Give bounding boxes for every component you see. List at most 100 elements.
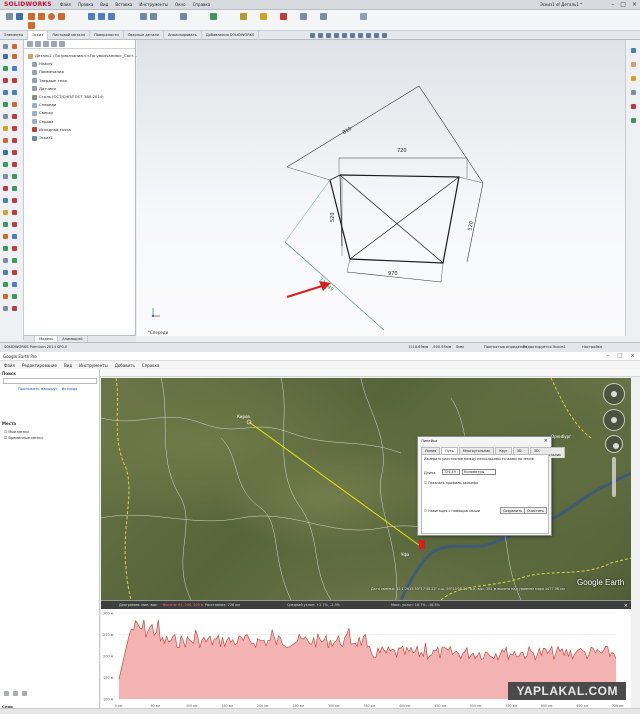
zoom-slider[interactable] [612,457,616,497]
search-input[interactable] [3,378,97,384]
tool-icon[interactable] [3,44,8,49]
view-orientation-icon[interactable] [342,33,347,38]
tool-icon[interactable] [12,66,17,71]
sw-menu-file[interactable]: Файл [60,2,71,7]
tree-item-annotations[interactable]: Примечания [28,68,137,76]
close-icon[interactable]: × [544,438,548,444]
display-manager-tab-icon[interactable] [59,41,65,47]
tool-icon[interactable] [12,186,17,191]
tool-icon[interactable] [12,174,17,179]
tool-icon[interactable] [12,294,17,299]
maximize-icon[interactable]: □ [620,1,626,8]
rapid-sketch-icon[interactable] [320,13,327,20]
quick-snaps-icon[interactable] [260,13,267,20]
sketch-tool-icon[interactable] [6,13,13,20]
sw-menu-tools[interactable]: Инструменты [139,2,168,7]
tool-icon[interactable] [3,234,8,239]
tab-addins[interactable]: Добавления SOLIDWORKS [202,31,260,40]
tree-item-part[interactable]: Деталь1 (По умолчанию<<По умолчанию>_Сос… [28,52,137,60]
spline-tool-icon[interactable] [28,22,35,29]
appearance-icon[interactable] [366,33,371,38]
compass-control[interactable] [603,383,625,405]
tree-item-sensors[interactable]: Датчики [28,85,137,93]
appearances-icon[interactable] [631,104,636,109]
view-settings-icon[interactable] [382,33,387,38]
mirror-entities-icon[interactable] [140,13,147,20]
tool-icon[interactable] [12,126,17,131]
tree-item-sketch1[interactable]: Эскиз1 [28,134,137,142]
move-down-icon[interactable] [22,691,27,696]
ruler-unit-select[interactable]: Километры [462,469,496,475]
tab-weldments[interactable]: Сварные детали [124,31,164,40]
tool-icon[interactable] [12,234,17,239]
status-custom[interactable]: Настройка [582,345,602,349]
zoom-fit-icon[interactable] [310,33,315,38]
tool-icon[interactable] [12,270,17,275]
tool-icon[interactable] [12,198,17,203]
tree-item-solid-bodies[interactable]: Твердые тела [28,77,137,85]
tool-icon[interactable] [12,306,17,311]
offset-entities-icon[interactable] [108,13,115,20]
tool-icon[interactable] [3,54,8,59]
shaded-contours-icon[interactable] [300,13,307,20]
zoom-area-icon[interactable] [318,33,323,38]
history-link[interactable]: История [62,387,78,391]
tree-item-origin[interactable]: Исходная точка [28,126,137,134]
tool-icon[interactable] [12,78,17,83]
display-relations-icon[interactable] [210,13,217,20]
view-palette-icon[interactable] [631,90,636,95]
tool-icon[interactable] [3,66,8,71]
places-item-temporary[interactable]: ☐ Временные метки [4,435,43,441]
tool-icon[interactable] [12,114,17,119]
tool-icon[interactable] [12,138,17,143]
tool-icon[interactable] [3,270,8,275]
tool-icon[interactable] [3,114,8,119]
custom-properties-icon[interactable] [631,118,636,123]
display-style-icon[interactable] [350,33,355,38]
get-directions-link[interactable]: Проложить маршрут [18,387,58,391]
tool-icon[interactable] [3,282,8,287]
close-icon[interactable]: × [632,1,637,8]
tool-icon[interactable] [3,258,8,263]
smart-dimension-icon[interactable] [16,13,23,20]
tree-item-right-plane[interactable]: Справа [28,118,137,126]
tool-icon[interactable] [3,210,8,215]
tree-item-front-plane[interactable]: Спереди [28,101,137,109]
tab-analyze[interactable]: Анализировать [164,31,202,40]
design-library-icon[interactable] [631,62,636,67]
tool-icon[interactable] [3,90,8,95]
tool-icon[interactable] [3,126,8,131]
circle-tool-icon[interactable] [48,13,55,20]
tool-icon[interactable] [3,174,8,179]
add-folder-icon[interactable] [4,691,9,696]
placemark-pin[interactable] [419,540,425,549]
tool-icon[interactable] [12,44,17,49]
sw-menu-view[interactable]: Вид [100,2,108,7]
config-manager-tab-icon[interactable] [43,41,49,47]
property-manager-tab-icon[interactable] [35,41,41,47]
tool-icon[interactable] [3,306,8,311]
previous-view-icon[interactable] [326,33,331,38]
tool-icon[interactable] [3,294,8,299]
minimize-icon[interactable]: – [611,1,614,8]
repair-sketch-icon[interactable] [240,13,247,20]
sw-menu-window[interactable]: Окно [175,2,186,7]
hide-show-icon[interactable] [358,33,363,38]
tool-icon[interactable] [3,150,8,155]
sw-menu-insert[interactable]: Вставка [115,2,132,7]
move-up-icon[interactable] [13,691,18,696]
maximize-icon[interactable]: □ [617,353,622,359]
tool-icon[interactable] [3,222,8,227]
minimize-icon[interactable]: – [606,353,609,359]
measure-path[interactable] [248,421,424,549]
tool-icon[interactable] [3,198,8,203]
sw-menu-edit[interactable]: Правка [78,2,93,7]
tree-item-material[interactable]: Сталь (ОСТ/СНП/ГОСТ 380-2014) [28,93,137,101]
tool-icon[interactable] [12,210,17,215]
tool-icon[interactable] [12,150,17,155]
tool-icon[interactable] [12,162,17,167]
sw-menu-help[interactable]: Справка [193,2,211,7]
tool-icon[interactable] [12,222,17,227]
tool-icon[interactable] [3,246,8,251]
move-entities-icon[interactable] [180,13,187,20]
